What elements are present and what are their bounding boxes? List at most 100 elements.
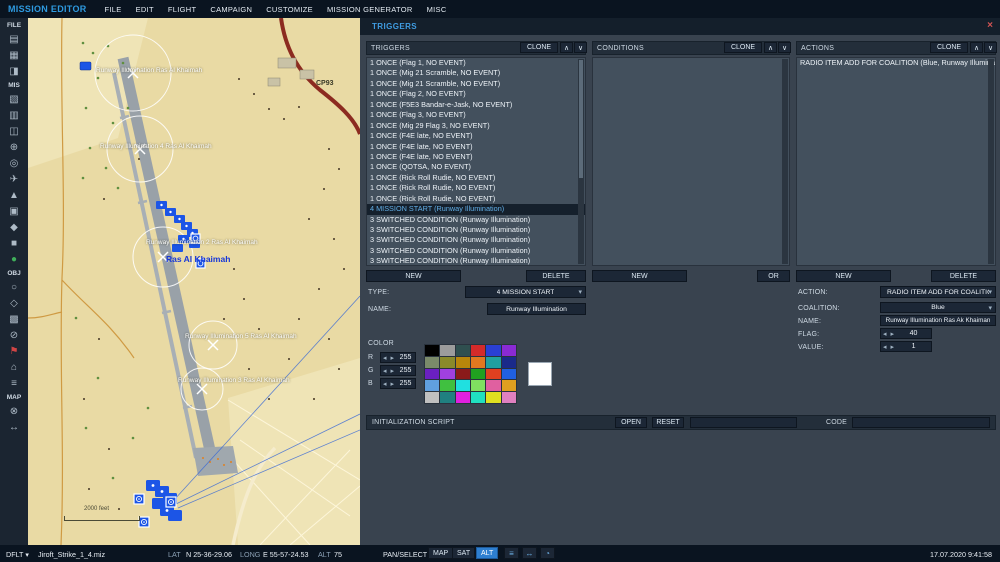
warehouse-icon[interactable]: ▩ (3, 312, 25, 328)
decrement-icon[interactable]: ◂ (381, 367, 389, 375)
trigger-delete-button[interactable]: DELETE (526, 270, 586, 282)
color-swatch[interactable] (486, 345, 500, 356)
value-stepper[interactable]: ◂ ▸ 1 (880, 341, 932, 352)
color-swatch[interactable] (425, 345, 439, 356)
menu-misc[interactable]: MISC (427, 5, 447, 14)
vehicle-group-icon[interactable]: ▣ (3, 204, 25, 220)
color-swatch[interactable] (456, 369, 470, 380)
condition-new-button[interactable]: NEW (592, 270, 687, 282)
init-code-input[interactable] (852, 417, 990, 428)
decrement-icon[interactable]: ◂ (881, 330, 889, 338)
color-swatch[interactable] (425, 380, 439, 391)
condition-or-button[interactable]: OR (757, 270, 790, 282)
trigger-list-item[interactable]: 3 SWITCHED CONDITION (Runway Illuminatio… (367, 235, 585, 245)
coalition-dropdown[interactable]: Blue ▾ (880, 302, 996, 313)
template-icon[interactable]: ◇ (3, 296, 25, 312)
trigger-list-item[interactable]: 1 ONCE (Mig 29 Flag 3, NO EVENT) (367, 121, 585, 131)
time-icon[interactable]: ● (3, 252, 25, 268)
color-swatch[interactable] (471, 392, 485, 403)
increment-icon[interactable]: ▸ (389, 380, 397, 388)
conditions-move-up-button[interactable]: ∧ (764, 42, 777, 53)
home-icon[interactable]: ⌂ (3, 360, 25, 376)
triggers-move-up-button[interactable]: ∧ (560, 42, 573, 53)
init-reset-button[interactable]: RESET (652, 417, 684, 428)
pan-select-mode[interactable]: PAN/SELECT (383, 550, 427, 559)
menu-mission-generator[interactable]: MISSION GENERATOR (327, 5, 413, 14)
color-swatch[interactable] (440, 380, 454, 391)
trigger-list-item[interactable]: 1 ONCE (Flag 2, NO EVENT) (367, 89, 585, 99)
trigger-new-button[interactable]: NEW (366, 270, 461, 282)
trigger-list-item[interactable]: 1 ONCE (F4E late, NO EVENT) (367, 131, 585, 141)
color-swatch[interactable] (502, 380, 516, 391)
preset-dropdown[interactable]: DFLT ▾ (6, 550, 29, 559)
decrement-icon[interactable]: ◂ (881, 343, 889, 351)
init-file-input[interactable] (690, 417, 797, 428)
trigger-list-item[interactable]: 1 ONCE (QOTSA, NO EVENT) (367, 162, 585, 172)
menu-campaign[interactable]: CAMPAIGN (210, 5, 252, 14)
ship-group-icon[interactable]: ◆ (3, 220, 25, 236)
briefing-icon[interactable]: ▥ (3, 108, 25, 124)
triggers-clone-button[interactable]: CLONE (520, 42, 558, 53)
color-swatch[interactable] (425, 392, 439, 403)
trigger-zone-icon[interactable]: ○ (3, 280, 25, 296)
trigger-list-item[interactable]: 1 ONCE (Flag 3, NO EVENT) (367, 110, 585, 120)
red-stepper[interactable]: ◂ ▸ 255 (380, 352, 416, 363)
trigger-list-item[interactable]: 3 SWITCHED CONDITION (Runway Illuminatio… (367, 256, 585, 266)
conditions-move-down-button[interactable]: ∨ (778, 42, 791, 53)
actions-move-up-button[interactable]: ∧ (970, 42, 983, 53)
triggers-icon[interactable]: ⊕ (3, 140, 25, 156)
trigger-list-item[interactable]: 1 ONCE (Rick Roll Rudie, NO EVENT) (367, 183, 585, 193)
color-swatch[interactable] (456, 380, 470, 391)
measure-icon[interactable]: ↔ (3, 420, 25, 436)
color-swatch[interactable] (471, 380, 485, 391)
color-swatch[interactable] (440, 345, 454, 356)
trigger-list-item[interactable]: 1 ONCE (Mig 21 Scramble, NO EVENT) (367, 68, 585, 78)
trigger-list-item[interactable]: 4 MISSION START (Runway Illumination) (367, 204, 585, 214)
conditions-list[interactable] (592, 57, 790, 266)
increment-icon[interactable]: ▸ (889, 343, 897, 351)
restricted-icon[interactable]: ⊘ (3, 328, 25, 344)
color-swatch[interactable] (456, 392, 470, 403)
static-object-icon[interactable]: ■ (3, 236, 25, 252)
save-mission-icon[interactable]: ◨ (3, 64, 25, 80)
weather-icon[interactable]: ◫ (3, 124, 25, 140)
trigger-list-item[interactable]: 3 SWITCHED CONDITION (Runway Illuminatio… (367, 225, 585, 235)
action-new-button[interactable]: NEW (796, 270, 891, 282)
color-swatch[interactable] (471, 345, 485, 356)
triggers-list[interactable]: 1 ONCE (Flag 1, NO EVENT)1 ONCE (Mig 21 … (366, 57, 586, 266)
trigger-list-item[interactable]: 1 ONCE (F5E3 Bandar-e-Jask, NO EVENT) (367, 100, 585, 110)
green-stepper[interactable]: ◂ ▸ 255 (380, 365, 416, 376)
conditions-clone-button[interactable]: CLONE (724, 42, 762, 53)
color-swatch[interactable] (440, 369, 454, 380)
helicopter-group-icon[interactable]: ▲ (3, 188, 25, 204)
color-swatch[interactable] (456, 357, 470, 368)
mission-options-icon[interactable]: ▧ (3, 92, 25, 108)
color-swatch[interactable] (486, 369, 500, 380)
color-swatch[interactable] (486, 357, 500, 368)
action-delete-button[interactable]: DELETE (931, 270, 996, 282)
aircraft-group-icon[interactable]: ✈ (3, 172, 25, 188)
trigger-list-item[interactable]: 3 SWITCHED CONDITION (Runway Illuminatio… (367, 246, 585, 256)
conditions-scrollbar[interactable] (782, 59, 788, 264)
trigger-list-item[interactable]: 1 ONCE (Rick Roll Rudie, NO EVENT) (367, 194, 585, 204)
flag-stepper[interactable]: ◂ ▸ 40 (880, 328, 932, 339)
color-swatch[interactable] (456, 345, 470, 356)
action-type-dropdown[interactable]: RADIO ITEM ADD FOR COALITION ▾ (880, 286, 996, 298)
measure-icon[interactable]: ↔ (522, 547, 537, 559)
map-view-button[interactable]: MAP (428, 547, 453, 559)
color-swatch[interactable] (502, 345, 516, 356)
menu-edit[interactable]: EDIT (136, 5, 154, 14)
alt-view-button[interactable]: ALT (476, 547, 498, 559)
clock-icon[interactable]: ◔ (540, 547, 555, 559)
color-swatch[interactable] (440, 357, 454, 368)
trigger-list-item[interactable]: 3 SWITCHED CONDITION (Runway Illuminatio… (367, 215, 585, 225)
trigger-list-item[interactable]: 1 ONCE (F4E late, NO EVENT) (367, 142, 585, 152)
grid-icon[interactable]: ≡ (504, 547, 519, 559)
actions-scrollbar[interactable] (988, 59, 994, 264)
trigger-list-item[interactable]: 1 ONCE (Rick Roll Rudie, NO EVENT) (367, 173, 585, 183)
action-name-input[interactable] (880, 315, 996, 326)
open-mission-icon[interactable]: ▦ (3, 48, 25, 64)
color-swatch[interactable] (502, 369, 516, 380)
list-icon[interactable]: ≡ (3, 376, 25, 392)
color-swatch[interactable] (486, 392, 500, 403)
